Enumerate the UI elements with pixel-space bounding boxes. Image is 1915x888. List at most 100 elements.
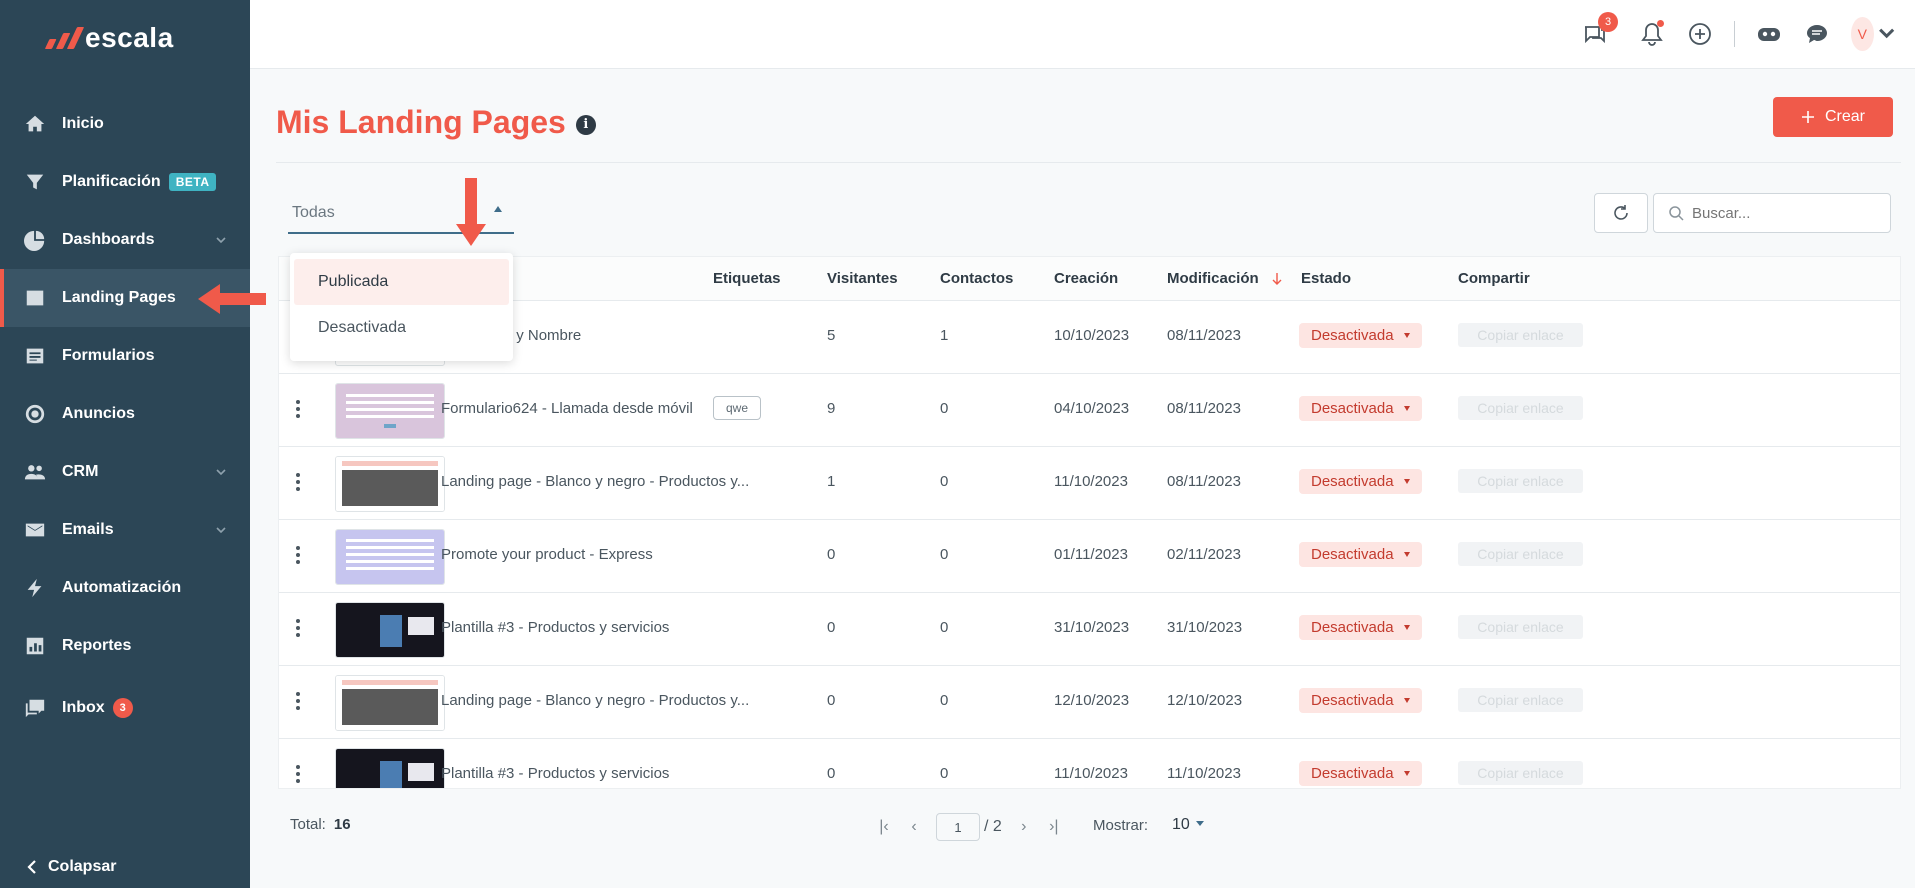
refresh-button[interactable] [1594, 193, 1648, 233]
option-desactivada[interactable]: Desactivada [294, 305, 509, 351]
sidebar-item-anuncios[interactable]: Anuncios [0, 385, 250, 443]
table-row[interactable]: ono y Nombre 5 1 10/10/2023 08/11/2023 Desact… [279, 301, 1900, 374]
sidebar-nav: Inicio Planificación BETA Dashboards Lan… [0, 95, 250, 737]
last-page-icon[interactable]: ›| [1046, 819, 1062, 835]
sidebar-item-emails[interactable]: Emails [0, 501, 250, 559]
status-badge[interactable]: Desactivada [1299, 469, 1422, 494]
page-size-select[interactable]: 10 [1172, 816, 1204, 834]
sidebar-item-dashboards[interactable]: Dashboards [0, 211, 250, 269]
row-menu-icon[interactable] [295, 400, 301, 418]
notifications-button[interactable] [1638, 20, 1666, 48]
logo[interactable]: escala [44, 22, 174, 54]
topbar-divider [1734, 21, 1735, 47]
column-header-tags[interactable]: Etiquetas [713, 270, 781, 287]
copy-link-button[interactable]: Copiar enlace [1458, 688, 1583, 712]
created-date: 01/11/2023 [1054, 546, 1128, 563]
page-number-input[interactable]: 1 [936, 813, 980, 841]
landing-thumbnail[interactable] [335, 456, 445, 512]
column-header-created[interactable]: Creación [1054, 270, 1118, 287]
status-badge[interactable]: Desactivada [1299, 688, 1422, 713]
landing-name[interactable]: Plantilla #3 - Productos y servicios [441, 619, 669, 636]
status-badge[interactable]: Desactivada [1299, 323, 1422, 348]
first-page-icon[interactable]: |‹ [876, 819, 892, 835]
sidebar-item-inbox[interactable]: Inbox 3 [0, 679, 250, 737]
copy-link-button[interactable]: Copiar enlace [1458, 615, 1583, 639]
pie-chart-icon [22, 227, 48, 253]
sidebar-item-label: Dashboards [62, 231, 155, 248]
column-header-modified[interactable]: Modificación [1167, 270, 1259, 287]
plus-circle-icon [1689, 23, 1711, 45]
landing-thumbnail[interactable] [335, 602, 445, 658]
landing-thumbnail[interactable] [335, 383, 445, 439]
user-menu[interactable]: V [1851, 17, 1895, 51]
table-row[interactable]: Formulario624 - Llamada desde móvil qwe 9 0… [279, 374, 1900, 447]
bolt-icon [22, 575, 48, 601]
copy-link-button[interactable]: Copiar enlace [1458, 396, 1583, 420]
table-row[interactable]: Plantilla #3 - Productos y servicios 0 0 11… [279, 739, 1900, 788]
column-header-visitors[interactable]: Visitantes [827, 270, 898, 287]
sidebar-item-reportes[interactable]: Reportes [0, 617, 250, 675]
sidebar-item-label: Reportes [62, 637, 132, 654]
row-menu-icon[interactable] [295, 473, 301, 491]
landing-name[interactable]: Formulario624 - Llamada desde móvil [441, 400, 693, 417]
landing-name[interactable]: Plantilla #3 - Productos y servicios [441, 765, 669, 782]
row-menu-icon[interactable] [295, 546, 301, 564]
landing-name[interactable]: Promote your product - Express [441, 546, 653, 563]
caret-down-icon [1403, 552, 1410, 557]
chevron-down-icon [1878, 28, 1894, 39]
column-header-status[interactable]: Estado [1301, 270, 1351, 287]
created-date: 11/10/2023 [1054, 765, 1128, 782]
landing-thumbnail[interactable] [335, 529, 445, 585]
option-publicada[interactable]: Publicada [294, 259, 509, 305]
tag-chip[interactable]: qwe [713, 396, 762, 420]
row-menu-icon[interactable] [295, 765, 301, 783]
page-title-text: Mis Landing Pages [276, 104, 566, 140]
table-row[interactable]: Landing page - Blanco y negro - Producto… [279, 447, 1900, 520]
sort-desc-icon[interactable] [1271, 272, 1283, 286]
sidebar-item-automatizacion[interactable]: Automatización [0, 559, 250, 617]
status-badge[interactable]: Desactivada [1299, 396, 1422, 421]
notification-dot [1657, 20, 1664, 27]
copy-link-button[interactable]: Copiar enlace [1458, 542, 1583, 566]
copy-link-button[interactable]: Copiar enlace [1458, 761, 1583, 785]
search-box[interactable] [1653, 193, 1891, 233]
bot-button[interactable] [1755, 20, 1783, 48]
sidebar-item-label: CRM [62, 463, 99, 480]
contacts-count: 0 [940, 692, 949, 709]
search-input[interactable] [1692, 204, 1872, 222]
landing-thumbnail[interactable] [335, 748, 445, 788]
sidebar-item-crm[interactable]: CRM [0, 443, 250, 501]
table-row[interactable]: Plantilla #3 - Productos y servicios 0 0 31… [279, 593, 1900, 666]
sidebar-item-formularios[interactable]: Formularios [0, 327, 250, 385]
table-row[interactable]: Promote your product - Express 0 0 01/11/20… [279, 520, 1900, 593]
refresh-icon [1614, 205, 1628, 220]
avatar: V [1851, 17, 1874, 51]
landing-thumbnail[interactable] [335, 675, 445, 731]
status-badge[interactable]: Desactivada [1299, 761, 1422, 786]
next-page-icon[interactable]: › [1016, 819, 1032, 835]
annotation-arrow-left-icon [198, 284, 266, 314]
chat-button[interactable]: 3 [1580, 12, 1618, 48]
create-button[interactable]: Crear [1773, 97, 1893, 137]
add-button[interactable] [1686, 20, 1714, 48]
support-chat-button[interactable] [1803, 20, 1831, 48]
sidebar-item-inicio[interactable]: Inicio [0, 95, 250, 153]
collapse-button[interactable]: Colapsar [26, 858, 116, 876]
column-header-share[interactable]: Compartir [1458, 270, 1530, 287]
copy-link-button[interactable]: Copiar enlace [1458, 323, 1583, 347]
copy-link-button[interactable]: Copiar enlace [1458, 469, 1583, 493]
status-badge[interactable]: Desactivada [1299, 615, 1422, 640]
table-row[interactable]: Landing page - Blanco y negro - Producto… [279, 666, 1900, 739]
row-menu-icon[interactable] [295, 619, 301, 637]
column-header-contacts[interactable]: Contactos [940, 270, 1013, 287]
status-badge[interactable]: Desactivada [1299, 542, 1422, 567]
landing-name[interactable]: Landing page - Blanco y negro - Producto… [441, 473, 749, 490]
prev-page-icon[interactable]: ‹ [906, 819, 922, 835]
row-menu-icon[interactable] [295, 692, 301, 710]
status-label: Desactivada [1311, 619, 1394, 636]
info-icon[interactable]: i [575, 114, 596, 135]
modified-date: 02/11/2023 [1167, 546, 1241, 563]
landing-name[interactable]: Landing page - Blanco y negro - Producto… [441, 692, 749, 709]
visitors-count: 0 [827, 765, 836, 782]
sidebar-item-planificacion[interactable]: Planificación BETA [0, 153, 250, 211]
